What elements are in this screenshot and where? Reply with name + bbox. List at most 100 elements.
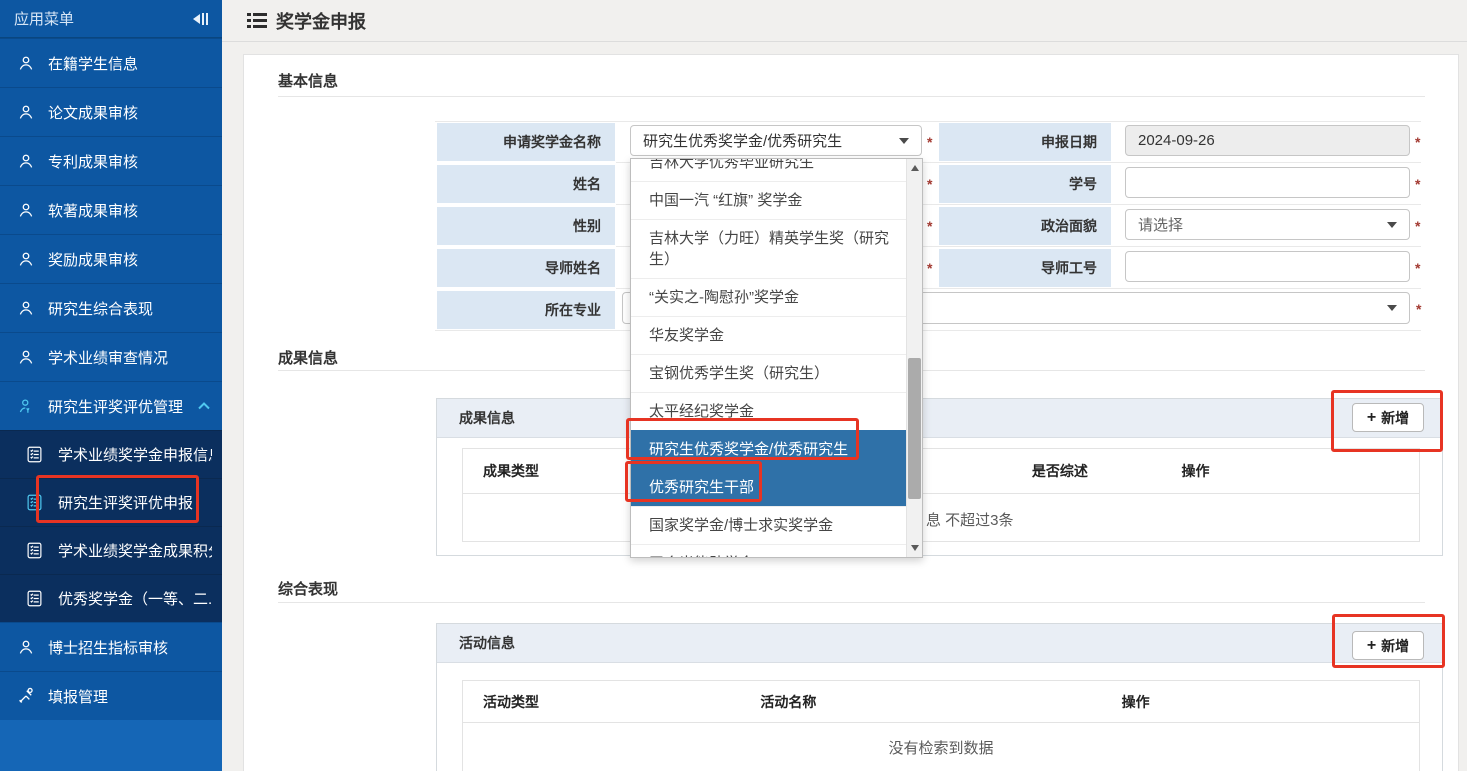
scholarship-name-select[interactable]: 研究生优秀奖学金/优秀研究生 [630,125,922,156]
checklist-icon [26,590,44,608]
section-title-overall: 综合表现 [278,578,338,599]
results-panel-title: 成果信息 [459,408,515,428]
dropdown-scrollbar[interactable] [906,159,922,557]
sidebar-item-label: 论文成果审核 [48,102,210,123]
required-star: * [927,218,932,234]
user-icon [16,298,36,318]
sidebar-item-label: 填报管理 [48,686,210,707]
field-label-student-id: 学号 [939,165,1111,203]
required-star: * [1415,176,1420,192]
sidebar-item-phd-quota-review[interactable]: 博士招生指标审核 [0,622,222,671]
sidebar-title: 应用菜单 [14,8,193,29]
required-star: * [1415,134,1420,150]
dropdown-option[interactable]: 国家奖学金/博士求实奖学金 [631,506,906,544]
sidebar-item-awards-management[interactable]: 研究生评奖评优管理 [0,381,222,430]
student-id-input-field[interactable] [1138,174,1397,191]
student-id-input[interactable] [1125,167,1410,198]
collapse-arrow [193,14,200,24]
dropdown-option[interactable]: 太平经纪奖学金 [631,392,906,430]
sidebar-item-report-management[interactable]: 填报管理 [0,671,222,720]
sidebar-item-paper-review[interactable]: 论文成果审核 [0,87,222,136]
sidebar-subitem-excellent-scholarship[interactable]: 优秀奖学金（一等、二... [0,574,222,622]
advisor-id-input[interactable] [1125,251,1410,282]
results-panel-header: 成果信息 + 新增 [437,399,1442,438]
required-star: * [1415,260,1420,276]
collapse-bar [202,13,204,25]
sidebar-subitem-label: 学术业绩奖学金成果积分 [58,540,212,561]
sidebar-item-label: 研究生评奖评优管理 [48,396,194,417]
sidebar-item-label: 博士招生指标审核 [48,637,210,658]
page-title: 奖学金申报 [276,8,366,34]
application-date-value: 2024-09-26 [1138,132,1215,149]
scrollbar-thumb[interactable] [908,358,921,499]
dropdown-option[interactable]: 华友奖学金 [631,316,906,354]
scholarship-dropdown-list: 吉林大学优秀毕业研究生 中国一汽 “红旗” 奖学金 吉林大学（力旺）精英学生奖（… [630,158,923,558]
activity-table: 活动类型 活动名称 操作 没有检索到数据 [462,680,1420,771]
sidebar-item-patent-review[interactable]: 专利成果审核 [0,136,222,185]
sidebar-item-award-review[interactable]: 奖励成果审核 [0,234,222,283]
dropdown-option[interactable]: 吉林大学优秀毕业研究生 [631,159,906,181]
required-star: * [1416,301,1421,317]
dropdown-option[interactable]: “关实之-陶慰孙”奖学金 [631,278,906,316]
results-add-button[interactable]: + 新增 [1352,403,1424,432]
checklist-icon-active [26,494,44,512]
sidebar: 应用菜单 在籍学生信息 论文成果审核 专利成果审核 软著成果审核 奖励成果审核 [0,0,222,771]
results-col-summary: 是否综述 [1012,449,1162,493]
activity-col-actions: 操作 [1102,681,1419,722]
dropdown-option-highlighted[interactable]: 研究生优秀奖学金/优秀研究生 [631,430,906,468]
plus-icon: + [1367,638,1376,654]
advisor-id-input-field[interactable] [1138,258,1397,275]
activity-add-button[interactable]: + 新增 [1352,631,1424,660]
field-label-name: 姓名 [437,165,615,203]
page-header: 奖学金申报 [222,0,1467,42]
chevron-down-icon [1387,305,1397,311]
plus-icon: + [1367,410,1376,426]
user-award-icon [16,396,36,416]
results-empty-text: 息 不超过3条 [926,509,1014,530]
sidebar-item-label: 学术业绩审查情况 [48,347,210,368]
sidebar-item-overall-performance[interactable]: 研究生综合表现 [0,283,222,332]
political-status-select[interactable]: 请选择 [1125,209,1410,240]
sidebar-item-label: 专利成果审核 [48,151,210,172]
user-icon [16,637,36,657]
chevron-down-icon [1387,222,1397,228]
field-label-application-date: 申报日期 [939,123,1111,161]
dropdown-options: 吉林大学优秀毕业研究生 中国一汽 “红旗” 奖学金 吉林大学（力旺）精英学生奖（… [631,159,906,557]
required-star: * [927,260,932,276]
dropdown-option[interactable]: 吉林大学（力旺）精英学生奖（研究生） [631,219,906,278]
sidebar-item-software-review[interactable]: 软著成果审核 [0,185,222,234]
activity-panel-header: 活动信息 + 新增 [437,624,1442,663]
sidebar-subitem-label: 学术业绩奖学金申报信息 [58,444,212,465]
dropdown-option[interactable]: 天合光能助学金 [631,544,906,557]
sidebar-subitem-achievement-points[interactable]: 学术业绩奖学金成果积分 [0,526,222,574]
sidebar-item-label: 奖励成果审核 [48,249,210,270]
dropdown-option-highlighted[interactable]: 优秀研究生干部 [631,468,906,506]
field-label-major: 所在专业 [437,291,615,329]
scroll-down-icon[interactable] [907,539,923,557]
sidebar-subitem-academic-scholarship-info[interactable]: 学术业绩奖学金申报信息 [0,430,222,478]
user-icon [16,347,36,367]
user-icon [16,200,36,220]
dropdown-option[interactable]: 宝钢优秀学生奖（研究生） [631,354,906,392]
sidebar-item-academic-review-status[interactable]: 学术业绩审查情况 [0,332,222,381]
dropdown-option[interactable]: 中国一汽 “红旗” 奖学金 [631,181,906,219]
required-star: * [927,176,932,192]
list-icon [247,12,267,29]
sidebar-item-label: 软著成果审核 [48,200,210,221]
divider [278,602,1425,603]
user-icon [16,102,36,122]
collapse-sidebar-icon[interactable] [193,13,208,25]
sidebar-item-enrolled-students[interactable]: 在籍学生信息 [0,38,222,87]
checklist-icon [26,542,44,560]
sidebar-subitem-awards-application[interactable]: 研究生评奖评优申报 [0,478,222,526]
app-window: 应用菜单 在籍学生信息 论文成果审核 专利成果审核 软著成果审核 奖励成果审核 [0,0,1467,771]
activity-empty-text: 没有检索到数据 [888,737,993,758]
scroll-up-icon[interactable] [907,159,923,177]
divider [435,121,1421,122]
field-label-gender: 性别 [437,207,615,245]
results-table: 成果类型 是否综述 操作 息 不超过3条 [462,448,1420,542]
user-icon [16,249,36,269]
sidebar-item-label: 在籍学生信息 [48,53,210,74]
field-label-scholarship-name: 申请奖学金名称 [437,123,615,161]
user-icon [16,53,36,73]
